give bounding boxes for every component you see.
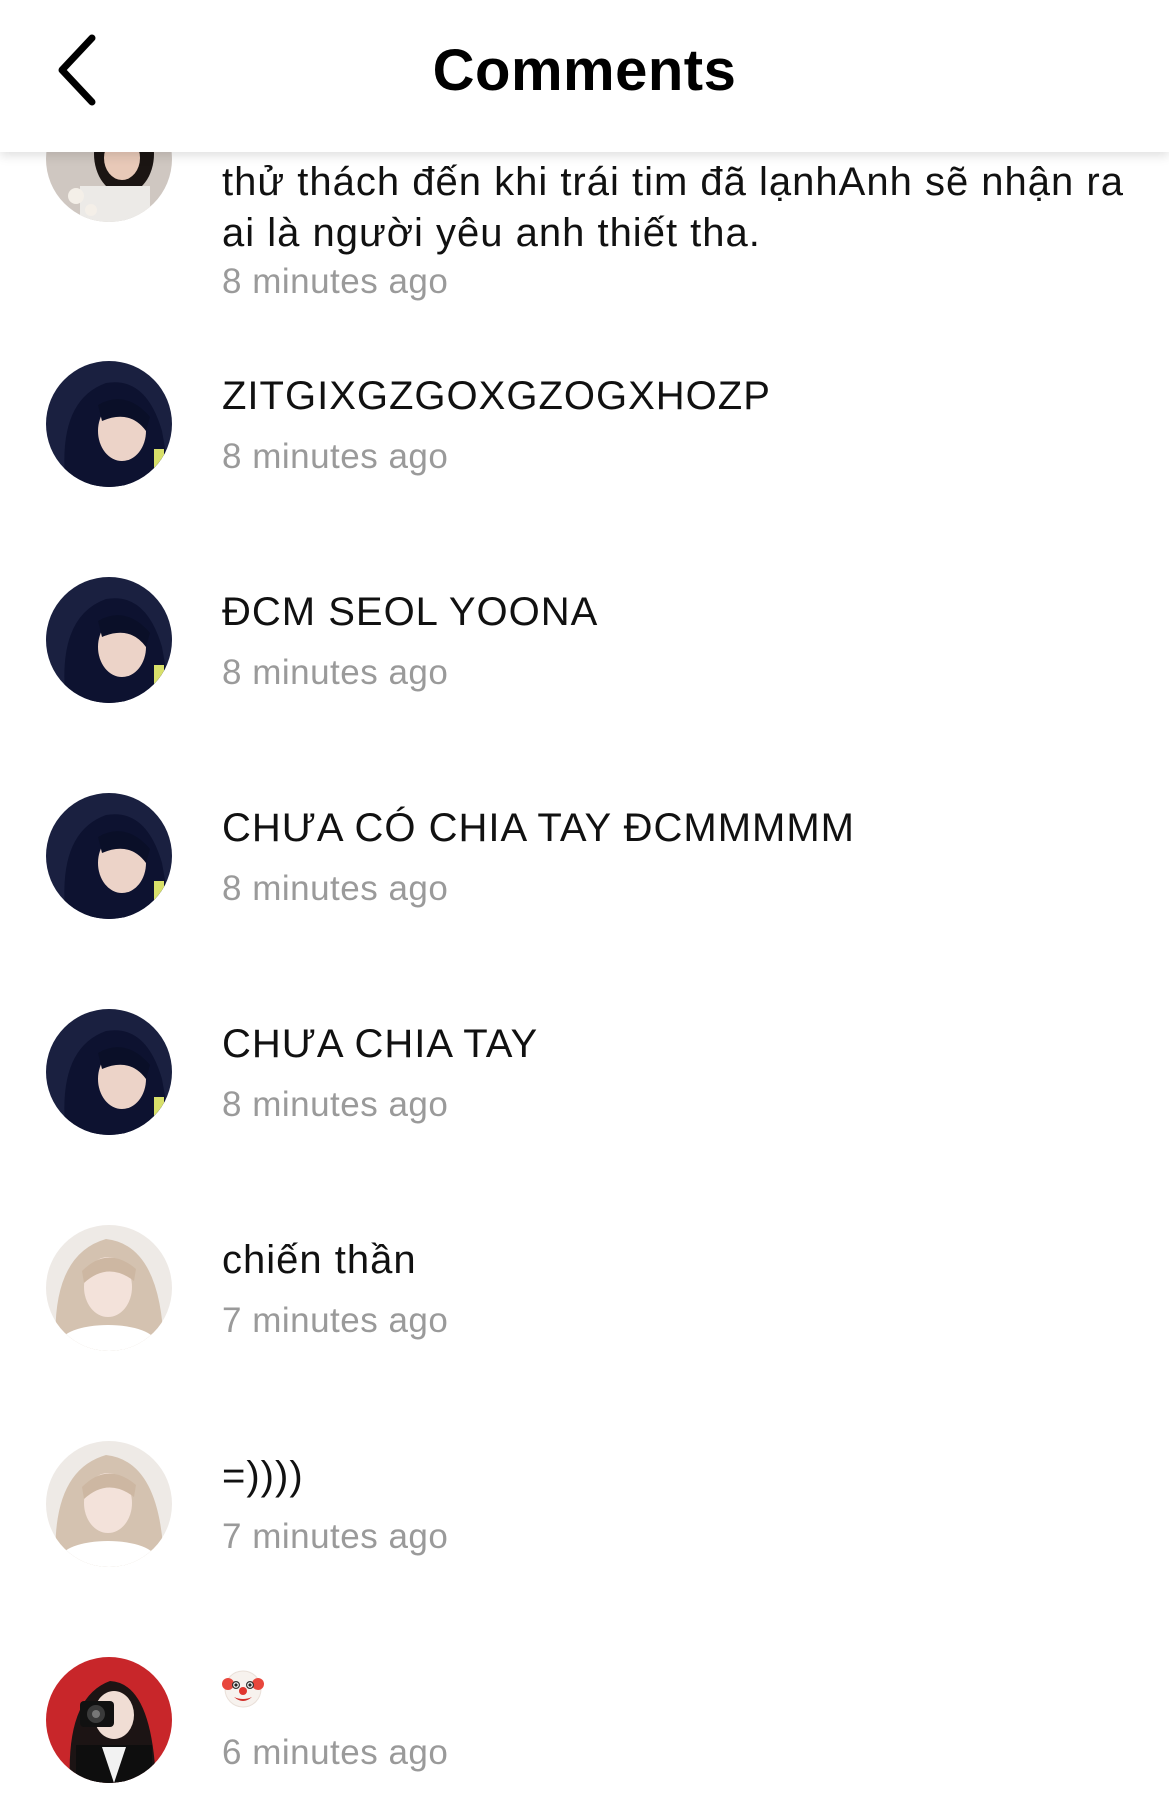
- comment-timestamp: 8 minutes ago: [222, 262, 449, 301]
- comment-text: CHƯA CÓ CHIA TAY ĐCMMMMM: [222, 806, 856, 850]
- avatar[interactable]: [46, 1441, 172, 1567]
- comment-timestamp: 8 minutes ago: [222, 869, 449, 908]
- avatar[interactable]: [46, 1225, 172, 1351]
- avatar[interactable]: [46, 577, 172, 703]
- comment-text: [222, 1668, 1132, 1723]
- comment-text: chiến thần: [222, 1238, 417, 1282]
- page-title: Comments: [432, 37, 737, 103]
- avatar[interactable]: [46, 793, 172, 919]
- comment-timestamp: 7 minutes ago: [222, 1517, 449, 1556]
- comment-timestamp: 7 minutes ago: [222, 1301, 449, 1340]
- comment-timestamp: 8 minutes ago: [222, 653, 449, 692]
- clown-face-icon: [222, 1670, 264, 1708]
- comment-text: ZITGIXGZGOXGZOGXHOZP: [222, 374, 771, 418]
- avatar[interactable]: [46, 1009, 172, 1135]
- chevron-left-icon: [58, 34, 96, 106]
- comment-text: thử thách đến khi trái tim đã lạnhAnh sẽ…: [222, 160, 1124, 255]
- comment-text: CHƯA CHIA TAY: [222, 1022, 539, 1066]
- top-nav-bar: Comments: [0, 0, 1169, 152]
- comment-text: ĐCM SEOL YOONA: [222, 590, 599, 634]
- avatar[interactable]: [46, 1657, 172, 1783]
- comment-timestamp: 8 minutes ago: [222, 1085, 449, 1124]
- comment-list[interactable]: thử thách đến khi trái tim đã lạnhAnh sẽ…: [0, 0, 1169, 1802]
- avatar[interactable]: [46, 361, 172, 487]
- back-button[interactable]: [30, 24, 122, 116]
- comment-timestamp: 8 minutes ago: [222, 437, 449, 476]
- comment-timestamp: 6 minutes ago: [222, 1733, 449, 1772]
- comment-text: =)))): [222, 1454, 304, 1498]
